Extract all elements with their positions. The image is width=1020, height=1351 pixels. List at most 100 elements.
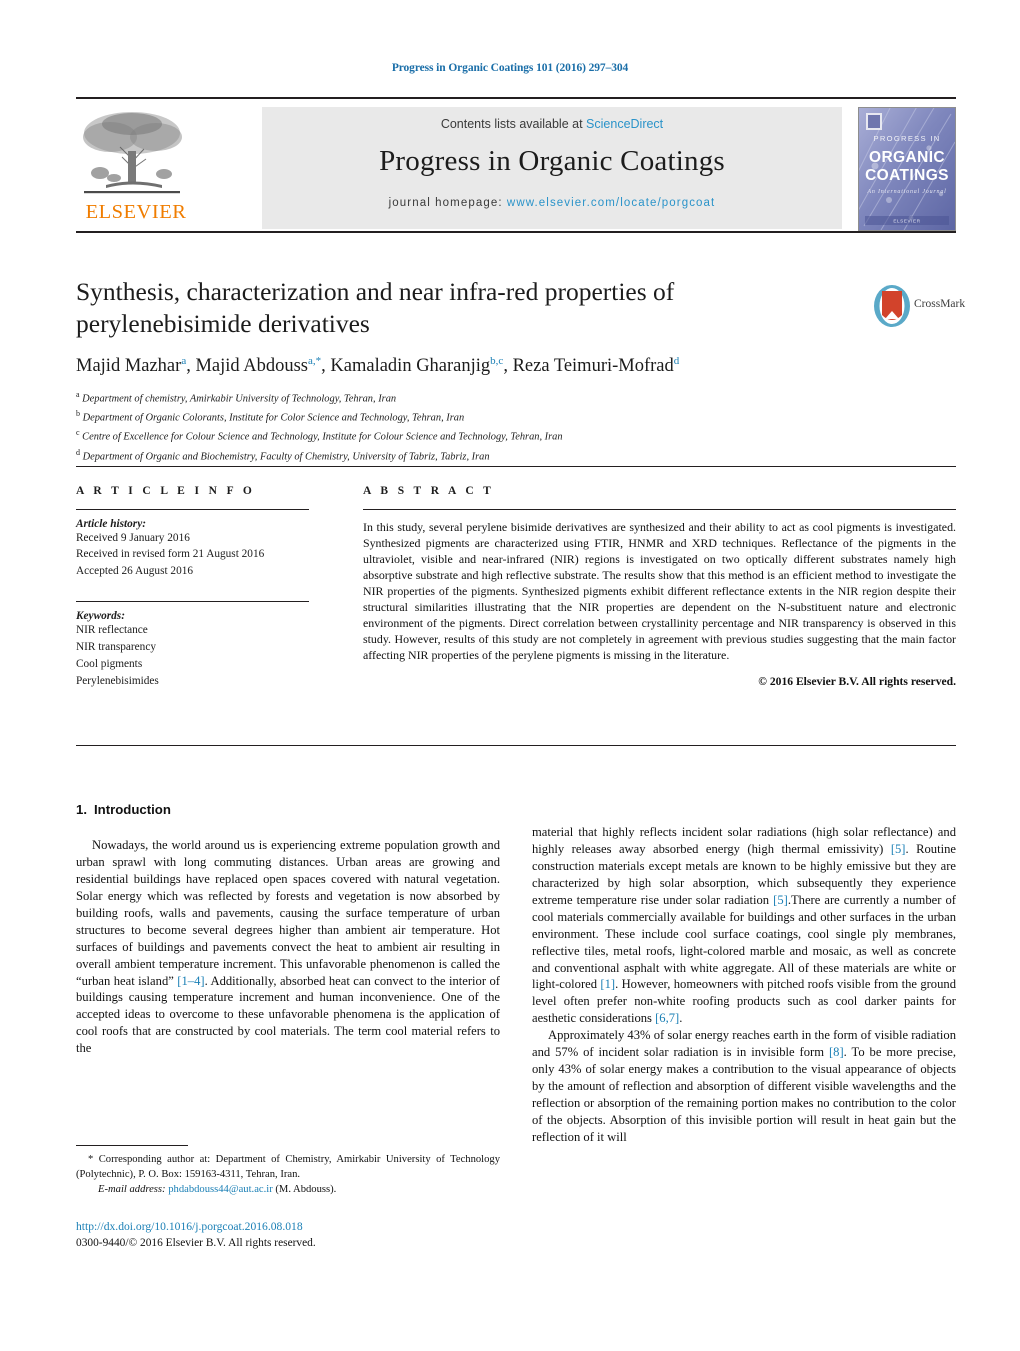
elsevier-wordmark: ELSEVIER (85, 201, 187, 223)
article-info-heading: A R T I C L E I N F O (76, 485, 256, 497)
journal-homepage-line: journal homepage: www.elsevier.com/locat… (262, 197, 842, 209)
author-name: Majid Mazhar (76, 356, 182, 377)
email-suffix: (M. Abdouss). (275, 1184, 337, 1196)
svg-text:PROGRESS IN: PROGRESS IN (873, 134, 940, 143)
keyword-item: Cool pigments (76, 658, 143, 671)
citation-ref[interactable]: [5] (891, 842, 906, 856)
doi-line: http://dx.doi.org/10.1016/j.porgcoat.201… (76, 1217, 576, 1235)
affiliation-list: a Department of chemistry, Amirkabir Uni… (76, 389, 956, 466)
abstract-copyright: © 2016 Elsevier B.V. All rights reserved… (758, 675, 956, 688)
masthead-bottom-rule (76, 231, 956, 233)
issn-copyright-line: 0300-9440/© 2016 Elsevier B.V. All right… (76, 1237, 316, 1249)
article-info-rule (76, 509, 309, 510)
homepage-url-link[interactable]: www.elsevier.com/locate/porgcoat (507, 197, 715, 209)
info-band-bottom-rule (76, 745, 956, 746)
affiliation-item: a Department of chemistry, Amirkabir Uni… (76, 389, 956, 408)
intro-paragraph-2: Approximately 43% of solar energy reache… (532, 1027, 956, 1146)
keywords-label: Keywords: (76, 610, 125, 623)
corresponding-author-footnote: * Corresponding author at: Department of… (76, 1145, 500, 1198)
citation-ref[interactable]: [1–4] (177, 974, 204, 988)
affiliation-item: d Department of Organic and Biochemistry… (76, 447, 956, 466)
intro-text-i: . To be more precise, only 43% of solar … (532, 1045, 956, 1144)
author-affil-marker: d (673, 355, 680, 368)
author-name: Kamaladin Gharanjig (330, 356, 491, 377)
abstract-panel: A B S T R A C T In this study, several p… (363, 485, 956, 688)
email-label: E-mail address: (98, 1184, 166, 1196)
body-column-left: 1. Introduction Nowadays, the world aroun… (76, 802, 500, 1057)
keyword-item: Perylenebisimides (76, 675, 159, 688)
paper-page: Progress in Organic Coatings 101 (2016) … (0, 0, 1020, 1351)
author-entry: Kamaladin Gharanjigb,c, (330, 355, 513, 377)
author-entry: Majid Abdoussa,*, (195, 355, 330, 377)
citation-ref[interactable]: [6,7] (655, 1011, 679, 1025)
affiliation-marker: c (76, 428, 80, 438)
corresponding-author-text: * Corresponding author at: Department of… (76, 1154, 500, 1180)
affiliation-item: b Department of Organic Colorants, Insti… (76, 408, 956, 427)
author-list: Majid Mazhara, Majid Abdoussa,*, Kamalad… (76, 355, 956, 377)
author-affil-marker: b,c (490, 355, 504, 368)
intro-text-g: . (679, 1011, 683, 1026)
citation-ref[interactable]: [1] (600, 977, 615, 991)
elsevier-logo: ELSEVIER (76, 107, 194, 227)
citation-ref[interactable]: [5] (773, 893, 788, 907)
doi-link[interactable]: http://dx.doi.org/10.1016/j.porgcoat.201… (76, 1220, 303, 1233)
masthead-center-panel: Contents lists available at ScienceDirec… (262, 107, 842, 229)
contents-prefix: Contents lists available at (440, 117, 583, 131)
title-block: Synthesis, characterization and near inf… (76, 276, 965, 466)
section-heading-introduction: 1. Introduction (76, 802, 500, 817)
affiliation-text: Department of chemistry, Amirkabir Unive… (82, 393, 397, 405)
homepage-prefix: journal homepage: (388, 197, 503, 209)
running-head: Progress in Organic Coatings 101 (2016) … (391, 62, 629, 74)
citation-ref[interactable]: [8] (829, 1045, 844, 1059)
footnote-rule (76, 1145, 188, 1146)
author-sep: , (503, 356, 513, 377)
affiliation-marker: a (76, 389, 80, 399)
svg-text:COATINGS: COATINGS (865, 167, 949, 184)
history-item: Received 9 January 2016 (76, 532, 190, 544)
abstract-text: In this study, several perylene bisimide… (363, 520, 956, 662)
svg-text:An International Journal: An International Journal (866, 189, 946, 195)
intro-paragraph-1: Nowadays, the world around us is experie… (76, 837, 500, 1057)
history-item: Received in revised form 21 August 2016 (76, 548, 265, 561)
affiliation-text: Department of Organic Colorants, Institu… (82, 412, 465, 424)
affiliation-item: c Centre of Excellence for Colour Scienc… (76, 427, 956, 446)
crossmark-badge[interactable]: CrossMark (872, 284, 965, 330)
author-entry: Majid Mazhara, (76, 355, 195, 377)
keyword-item: NIR transparency (76, 641, 156, 654)
intro-paragraph-1-cont: material that highly reflects incident s… (532, 824, 956, 1027)
crossmark-label: CrossMark (914, 298, 966, 310)
sciencedirect-link[interactable]: ScienceDirect (586, 117, 663, 131)
svg-text:ORGANIC: ORGANIC (869, 149, 945, 166)
abstract-rule (363, 509, 956, 510)
author-name: Reza Teimuri-Mofrad (512, 356, 674, 377)
page-title: Synthesis, characterization and near inf… (76, 277, 675, 338)
footer-doi-block: http://dx.doi.org/10.1016/j.porgcoat.201… (76, 1217, 576, 1249)
crossmark-icon (874, 285, 910, 327)
author-affil-marker: a,* (308, 355, 322, 368)
section-name: Introduction (94, 802, 171, 817)
affiliation-marker: b (76, 408, 80, 418)
keywords-rule (76, 601, 309, 603)
intro-text-a: Nowadays, the world around us is experie… (76, 838, 500, 988)
affiliation-text: Centre of Excellence for Colour Science … (82, 431, 563, 443)
author-name: Majid Abdouss (195, 356, 309, 377)
affiliation-text: Department of Organic and Biochemistry, … (82, 450, 490, 462)
cover-artwork: PROGRESS IN ORGANIC COATINGS An Internat… (859, 108, 955, 230)
body-column-right: material that highly reflects incident s… (532, 824, 956, 1146)
author-entry: Reza Teimuri-Mofradd (512, 355, 680, 377)
history-item: Accepted 26 August 2016 (76, 564, 194, 577)
article-history-label: Article history: (76, 518, 146, 530)
email-line: E-mail address: phdabdouss44@aut.ac.ir (… (76, 1183, 500, 1198)
abstract-heading: A B S T R A C T (363, 485, 495, 497)
info-band-top-rule (76, 466, 956, 467)
email-link[interactable]: phdabdouss44@aut.ac.ir (168, 1184, 273, 1195)
journal-masthead: ELSEVIER Contents lists available at Sci… (76, 97, 956, 233)
svg-text:ELSEVIER: ELSEVIER (893, 219, 920, 224)
contents-available-line: Contents lists available at ScienceDirec… (262, 107, 842, 131)
journal-title: Progress in Organic Coatings (379, 145, 725, 177)
keyword-item: NIR reflectance (76, 624, 148, 637)
elsevier-tree-icon (83, 112, 182, 194)
masthead-body: ELSEVIER Contents lists available at Sci… (76, 99, 956, 231)
journal-cover-thumbnail: PROGRESS IN ORGANIC COATINGS An Internat… (858, 107, 956, 231)
article-info-panel: A R T I C L E I N F O Article history: R… (76, 485, 331, 690)
